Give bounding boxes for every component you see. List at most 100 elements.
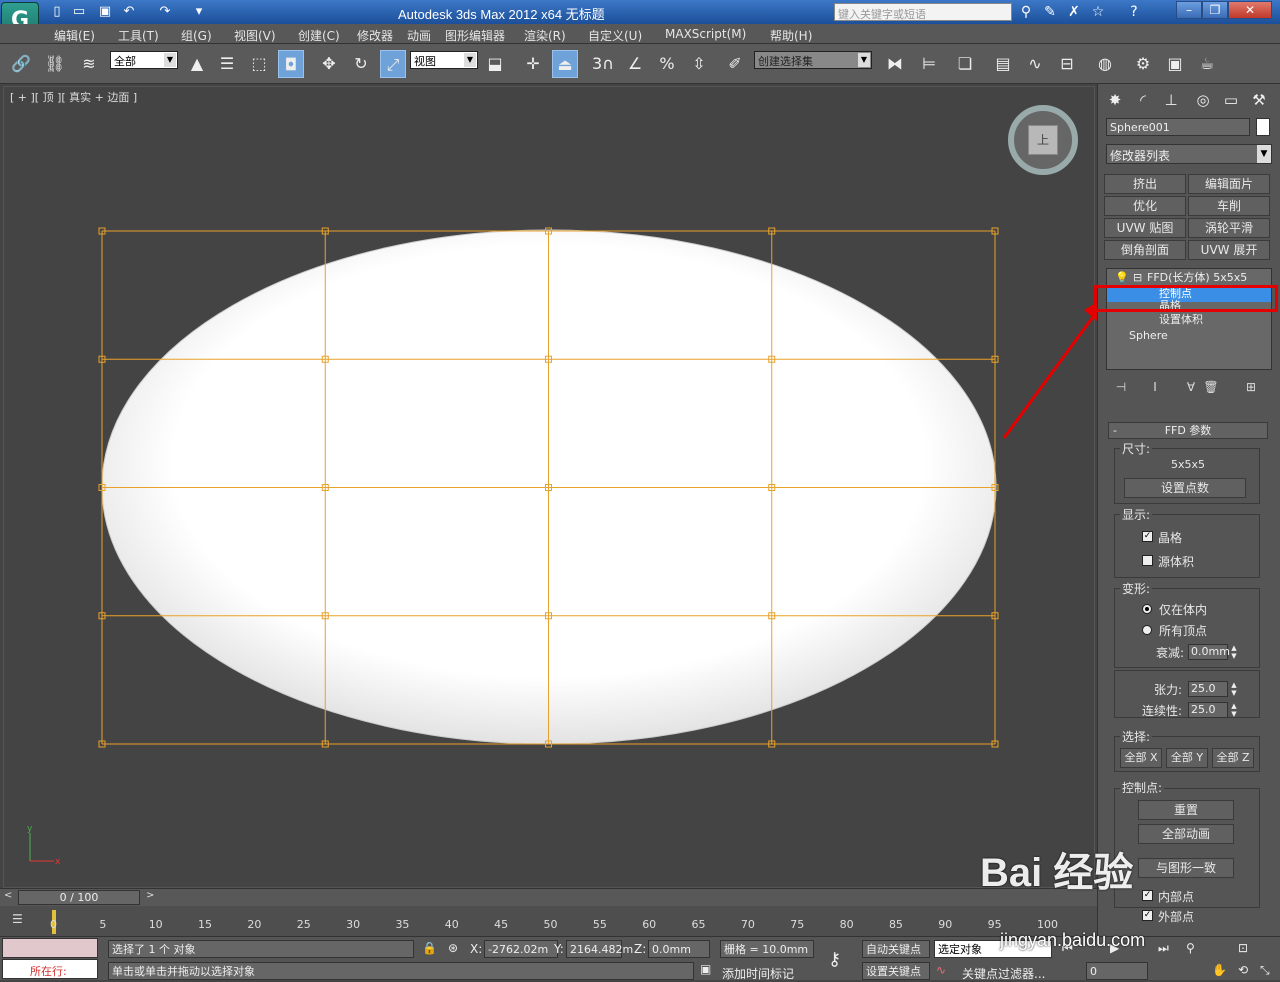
reference-coordinate-dropdown[interactable]: 视图 ▼ <box>410 51 478 69</box>
rectangular-selection-icon[interactable]: ⬚ <box>246 50 272 78</box>
zoom-extents-icon[interactable]: ⊡ <box>1238 941 1248 955</box>
menu-customize[interactable]: 自定义(U) <box>588 27 642 44</box>
only-in-volume-radio[interactable] <box>1142 604 1152 614</box>
keyboard-shortcut-override-icon[interactable]: ⏏ <box>552 50 578 78</box>
select-by-name-icon[interactable]: ☰ <box>214 50 240 78</box>
menu-rendering[interactable]: 渲染(R) <box>524 27 566 44</box>
collapse-icon[interactable]: ⊟ <box>1133 270 1142 286</box>
help-icon[interactable]: ? <box>1124 3 1144 21</box>
trackbar-menu-icon[interactable]: ☰ <box>12 912 30 930</box>
zoom-icon[interactable]: ⚲ <box>1186 941 1195 955</box>
lattice-checkbox[interactable]: ✓ <box>1142 531 1153 542</box>
go-to-end-icon[interactable]: ⏭ <box>1158 941 1169 956</box>
modifier-unwrap-uvw-button[interactable]: UVW 展开 <box>1188 240 1270 260</box>
select-object-icon[interactable]: ▲ <box>184 50 210 78</box>
spinner-arrows-icon[interactable]: ▲ ▼ <box>1230 702 1238 718</box>
modifier-lathe-button[interactable]: 车削 <box>1188 196 1270 216</box>
time-slider[interactable]: 0 / 100 <box>18 890 140 905</box>
motion-tab-icon[interactable]: ◎ <box>1190 88 1216 112</box>
spinner-snap-icon[interactable]: ⇳ <box>686 50 712 78</box>
pin-stack-icon[interactable]: ⊣ <box>1112 378 1130 396</box>
menu-graph-editors[interactable]: 图形编辑器 <box>445 27 505 44</box>
configure-modifier-sets-icon[interactable]: ⊞ <box>1242 378 1260 396</box>
mirror-icon[interactable]: ⧓ <box>882 50 908 78</box>
selection-filter-dropdown[interactable]: 全部 ▼ <box>110 51 178 69</box>
key-filters-icon[interactable]: ∿ <box>936 963 946 977</box>
reset-button[interactable]: 重置 <box>1138 800 1234 820</box>
key-filters-button[interactable]: 关键点过滤器... <box>962 965 1045 982</box>
layer-manager-icon[interactable]: ❏ <box>952 50 978 78</box>
save-icon[interactable]: ▣ <box>96 3 114 21</box>
lock-selection-icon[interactable]: 🔒 <box>422 941 437 955</box>
modifier-optimize-button[interactable]: 优化 <box>1104 196 1186 216</box>
object-name-field[interactable]: Sphere001 <box>1106 118 1250 136</box>
undo-icon[interactable]: ↶ <box>120 3 138 21</box>
add-time-tag-icon[interactable]: ▣ <box>700 962 711 976</box>
unlink-icon[interactable]: ⛓ <box>42 50 68 78</box>
all-vertices-radio[interactable] <box>1142 625 1152 635</box>
close-button[interactable]: ✕ <box>1228 1 1272 19</box>
select-manipulate-icon[interactable]: ✛ <box>520 50 546 78</box>
animate-all-button[interactable]: 全部动画 <box>1138 824 1234 844</box>
modifier-edit-patch-button[interactable]: 编辑面片 <box>1188 174 1270 194</box>
modifier-turbosmooth-button[interactable]: 涡轮平滑 <box>1188 218 1270 238</box>
redo-icon[interactable]: ↷ <box>156 3 174 21</box>
lightbulb-icon[interactable]: 💡 <box>1115 270 1129 286</box>
inside-points-checkbox[interactable]: ✓ <box>1142 890 1153 901</box>
menu-group[interactable]: 组(G) <box>181 27 212 44</box>
time-prev-icon[interactable]: < <box>4 890 12 901</box>
continuity-spinner[interactable]: 25.0 <box>1188 702 1228 718</box>
source-volume-checkbox[interactable] <box>1142 555 1153 566</box>
favorites-star-icon[interactable]: ☆ <box>1088 3 1108 21</box>
maxscript-listener[interactable] <box>2 938 98 958</box>
set-key-icon[interactable]: ⚷ <box>828 949 841 970</box>
display-tab-icon[interactable]: ▭ <box>1218 88 1244 112</box>
new-file-icon[interactable]: ▯ <box>48 3 66 21</box>
conform-to-shape-button[interactable]: 与图形一致 <box>1138 858 1234 878</box>
quick-access-dropdown-icon[interactable]: ▾ <box>190 3 208 21</box>
x-coordinate-field[interactable]: -2762.02m <box>484 940 558 958</box>
material-editor-icon[interactable]: ◍ <box>1092 50 1118 78</box>
link-icon[interactable]: 🔗 <box>8 50 34 78</box>
tension-spinner[interactable]: 25.0 <box>1188 681 1228 697</box>
named-selection-sets-dropdown[interactable]: 创建选择集 ▼ <box>754 51 872 69</box>
render-setup-icon[interactable]: ⚙ <box>1130 50 1156 78</box>
edit-named-selection-icon[interactable]: ✐ <box>722 50 748 78</box>
align-icon[interactable]: ⊨ <box>916 50 942 78</box>
y-coordinate-field[interactable]: 2164.482m <box>566 940 633 958</box>
graphite-tools-icon[interactable]: ▤ <box>990 50 1016 78</box>
maximize-button[interactable]: ❐ <box>1202 1 1228 19</box>
open-file-icon[interactable]: ▭ <box>70 3 88 21</box>
stack-item-sphere[interactable]: Sphere <box>1107 328 1271 344</box>
viewport-top[interactable]: [ + ][ 顶 ][ 真实 + 边面 ] y x 上 <box>3 86 1095 888</box>
percent-snap-icon[interactable]: % <box>654 50 680 78</box>
menu-tools[interactable]: 工具(T) <box>118 27 159 44</box>
rendered-frame-window-icon[interactable]: ▣ <box>1162 50 1188 78</box>
set-number-of-points-button[interactable]: 设置点数 <box>1124 478 1246 498</box>
outside-points-checkbox[interactable]: ✓ <box>1142 910 1153 921</box>
falloff-spinner[interactable]: 0.0mm <box>1188 644 1230 660</box>
binoculars-icon[interactable]: ⚲ <box>1016 3 1036 21</box>
current-frame-field[interactable]: 0 <box>1086 962 1148 980</box>
time-next-icon[interactable]: > <box>146 890 154 901</box>
select-all-z-button[interactable]: 全部 Z <box>1212 748 1254 768</box>
scene-canvas[interactable]: y x <box>4 87 1094 887</box>
menu-views[interactable]: 视图(V) <box>234 27 276 44</box>
auto-key-button[interactable]: 自动关键点 <box>862 940 930 958</box>
spinner-arrows-icon[interactable]: ▲ ▼ <box>1230 644 1238 660</box>
communication-center-icon[interactable]: ✎ <box>1040 3 1060 21</box>
modifier-list-dropdown[interactable]: 修改器列表 ▼ <box>1106 144 1272 164</box>
schematic-view-icon[interactable]: ⊟ <box>1054 50 1080 78</box>
rotate-icon[interactable]: ↻ <box>348 50 374 78</box>
menu-create[interactable]: 创建(C) <box>298 27 340 44</box>
hierarchy-tab-icon[interactable]: ⊥ <box>1158 88 1184 112</box>
stack-item-ffd[interactable]: 💡 ⊟ FFD(长方体) 5x5x5 <box>1107 270 1271 286</box>
absolute-mode-icon[interactable]: ⊛ <box>448 941 458 955</box>
menu-maxscript[interactable]: MAXScript(M) <box>665 27 746 41</box>
menu-animation[interactable]: 动画 <box>407 27 431 44</box>
scale-icon[interactable]: ⤢ <box>380 50 406 78</box>
set-key-button[interactable]: 设置关键点 <box>862 962 930 980</box>
modifier-bevel-profile-button[interactable]: 倒角剖面 <box>1104 240 1186 260</box>
select-all-y-button[interactable]: 全部 Y <box>1166 748 1208 768</box>
menu-help[interactable]: 帮助(H) <box>770 27 812 44</box>
